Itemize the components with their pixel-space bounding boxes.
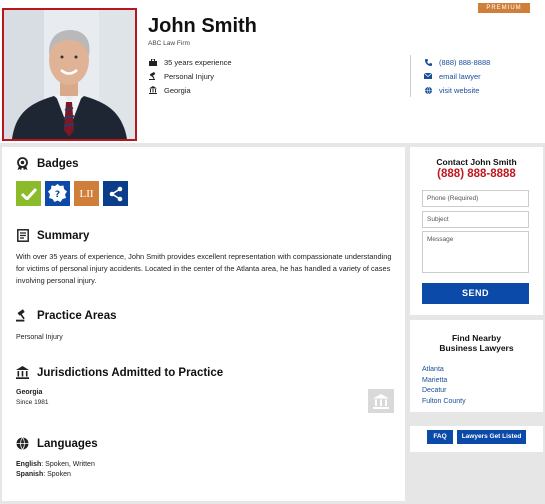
send-button[interactable]: SEND <box>422 283 529 304</box>
courthouse-icon <box>16 366 29 379</box>
email-link[interactable]: email lawyer <box>423 69 490 83</box>
premium-badge: PREMIUM <box>478 3 530 13</box>
lawyer-name: John Smith <box>148 15 257 37</box>
language-name: English <box>16 461 42 468</box>
jurisdiction-state: Georgia <box>16 389 43 396</box>
profile-main: Badges ? LII Summary With over 35 years … <box>2 147 405 501</box>
gavel-icon <box>148 72 158 80</box>
badge-icon <box>16 157 29 170</box>
globe-icon <box>423 86 433 94</box>
summary-heading: Summary <box>16 229 89 242</box>
nearby-title-line2: Business Lawyers <box>439 343 514 353</box>
jurisdictions-heading: Jurisdictions Admitted to Practice <box>16 366 223 379</box>
phone-icon <box>423 58 433 66</box>
summary-title: Summary <box>37 229 90 242</box>
email-link-text: email lawyer <box>439 71 481 81</box>
faq-button[interactable]: FAQ <box>427 430 453 444</box>
nearby-lawyers-panel: Find Nearby Business Lawyers Atlanta Mar… <box>410 320 543 412</box>
firm-name: ABC Law Firm <box>148 40 190 47</box>
website-link-text: visit website <box>439 85 480 95</box>
nearby-city-list: Atlanta Marietta Decatur Fulton County <box>422 365 543 407</box>
phone-link[interactable]: (888) 888-8888 <box>423 55 490 69</box>
share-badge[interactable] <box>103 181 128 206</box>
city-link-marietta[interactable]: Marietta <box>422 376 543 387</box>
state-courthouse-icon <box>368 389 394 413</box>
get-listed-button[interactable]: Lawyers Get Listed <box>457 430 526 444</box>
badge-list: ? LII <box>16 181 128 206</box>
practice-heading: Practice Areas <box>16 309 117 322</box>
nearby-title-line1: Find Nearby <box>451 333 502 343</box>
contact-form-panel: Contact John Smith (888) 888-8888 Phone … <box>410 147 543 315</box>
summary-text: With over 35 years of experience, John S… <box>16 252 392 285</box>
practice-title: Practice Areas <box>37 309 117 322</box>
document-icon <box>16 229 29 242</box>
fact-experience: 35 years experience <box>148 55 232 69</box>
language-level: : Spoken, Written <box>41 461 95 468</box>
lawyer-photo <box>2 8 137 141</box>
svg-text:?: ? <box>55 190 60 200</box>
city-link-atlanta[interactable]: Atlanta <box>422 365 543 376</box>
message-field[interactable]: Message <box>422 231 529 273</box>
phone-field[interactable]: Phone (Required) <box>422 190 529 207</box>
city-link-decatur[interactable]: Decatur <box>422 386 543 397</box>
subject-field[interactable]: Subject <box>422 211 529 228</box>
footer-links-panel: FAQ Lawyers Get Listed <box>410 426 543 452</box>
nearby-title: Find Nearby Business Lawyers <box>410 333 543 353</box>
fact-state-text: Georgia <box>164 85 191 95</box>
fact-experience-text: 35 years experience <box>164 57 232 67</box>
city-link-fulton-county[interactable]: Fulton County <box>422 397 543 408</box>
badges-title: Badges <box>37 157 79 170</box>
jurisdictions-title: Jurisdictions Admitted to Practice <box>37 366 224 379</box>
contact-form-title: Contact John Smith <box>436 157 517 167</box>
jurisdiction-since: Since 1981 <box>16 399 49 406</box>
fact-state: Georgia <box>148 83 232 97</box>
language-name: Spanish <box>16 471 44 478</box>
fact-practice-text: Personal Injury <box>164 71 215 81</box>
languages-heading: Languages <box>16 437 98 450</box>
profile-facts: 35 years experience Personal Injury Geor… <box>148 55 232 97</box>
share-network-icon <box>109 186 122 201</box>
checkmark-icon <box>20 187 37 200</box>
badges-heading: Badges <box>16 157 79 170</box>
briefcase-icon <box>148 58 158 66</box>
checkmark-badge[interactable] <box>16 181 41 206</box>
globe-icon <box>16 437 29 450</box>
profile-header: PREMIUM John Smith ABC Law Firm 35 years… <box>0 0 545 143</box>
courthouse-icon <box>148 86 158 94</box>
language-english: English: Spoken, Written <box>16 460 95 470</box>
question-badge[interactable]: ? <box>45 181 70 206</box>
language-spanish: Spanish: Spoken <box>16 470 71 480</box>
profile-contacts: (888) 888-8888 email lawyer visit websit… <box>410 55 490 97</box>
question-seal-icon: ? <box>48 184 67 202</box>
languages-title: Languages <box>37 437 98 450</box>
practice-area-item: Personal Injury <box>16 334 63 341</box>
lii-badge[interactable]: LII <box>74 181 99 206</box>
phone-link-text: (888) 888-8888 <box>439 57 491 67</box>
gavel-icon <box>16 309 29 322</box>
contact-form-phone[interactable]: (888) 888-8888 <box>410 168 543 180</box>
website-link[interactable]: visit website <box>423 83 490 97</box>
language-level: : Spoken <box>43 471 71 478</box>
email-icon <box>423 73 433 79</box>
fact-practice: Personal Injury <box>148 69 232 83</box>
